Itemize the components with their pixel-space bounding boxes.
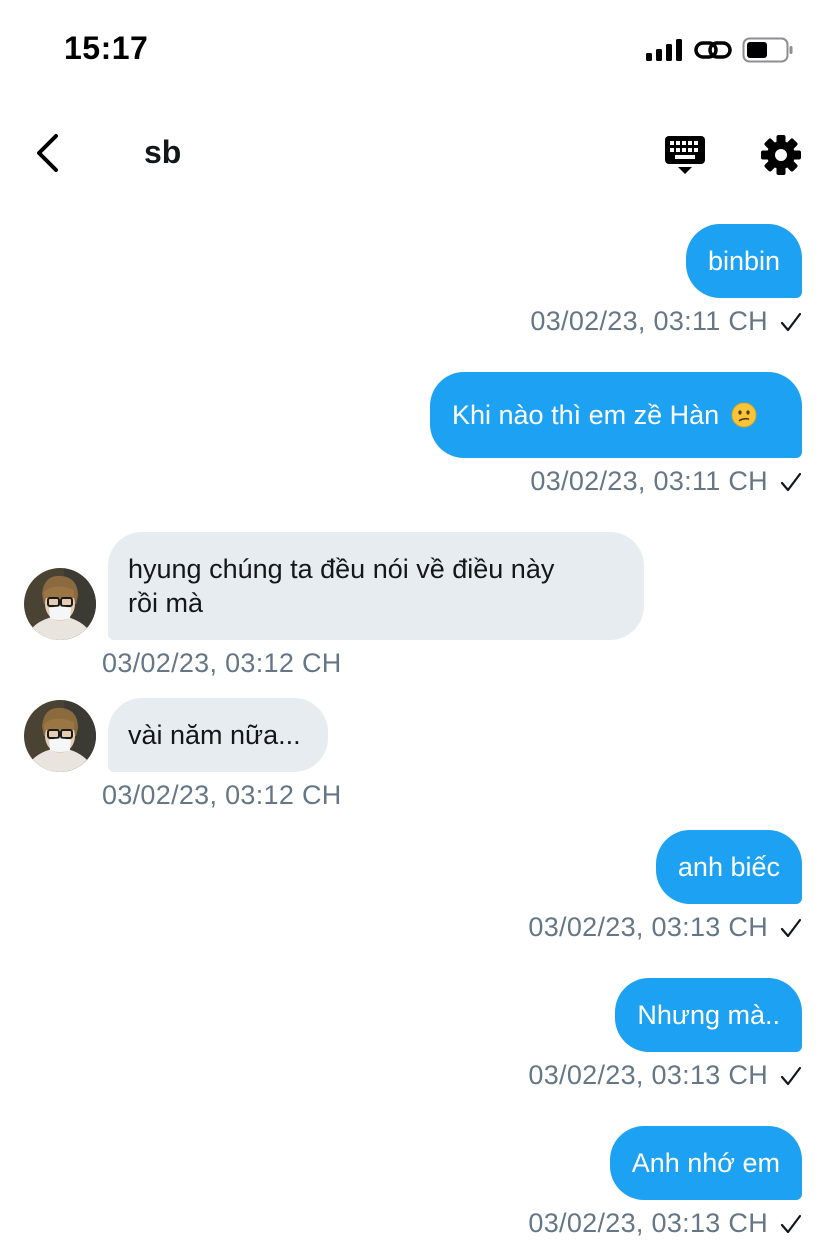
timestamp-text: 03/02/23, 03:13 CH	[528, 1208, 768, 1238]
gear-icon	[761, 135, 801, 175]
sent-check-icon	[780, 1214, 802, 1233]
status-icons	[646, 34, 794, 66]
sent-check-icon	[780, 472, 802, 491]
message-text: binbin	[707, 246, 780, 276]
message-timestamp: 03/02/23, 03:13 CH	[528, 1208, 802, 1239]
sent-check-icon	[780, 312, 802, 331]
message-bubble-outgoing[interactable]: Nhưng mà..	[615, 978, 802, 1052]
timestamp-text: 03/02/23, 03:11 CH	[530, 306, 768, 336]
message-bubble-incoming[interactable]: vài năm nữa...	[108, 698, 328, 772]
message-timestamp: 03/02/23, 03:12 CH	[102, 648, 342, 678]
timestamp-text: 03/02/23, 03:13 CH	[528, 1060, 768, 1090]
avatar-photo	[24, 568, 96, 640]
message-timestamp: 03/02/23, 03:13 CH	[528, 912, 802, 943]
avatar[interactable]	[24, 568, 96, 640]
conversation-header: sb	[0, 110, 828, 196]
keyboard-button[interactable]	[660, 130, 710, 180]
settings-button[interactable]	[756, 130, 806, 180]
confused-face-emoji-icon	[731, 402, 757, 428]
message-bubble-outgoing[interactable]: binbin	[685, 224, 802, 298]
status-time: 15:17	[64, 30, 149, 66]
message-text: anh biếc	[677, 852, 780, 882]
signal-icon	[646, 39, 682, 61]
sent-check-icon	[780, 1066, 802, 1085]
back-icon	[37, 134, 58, 172]
conversation-title[interactable]: sb	[144, 134, 181, 171]
message-timestamp: 03/02/23, 03:11 CH	[530, 306, 802, 337]
message-bubble-outgoing[interactable]: Khi nào thì em zề Hàn	[430, 372, 802, 458]
keyboard-icon	[665, 136, 705, 174]
back-button[interactable]	[22, 128, 72, 178]
message-timestamp: 03/02/23, 03:13 CH	[528, 1060, 802, 1091]
message-text: vài năm nữa...	[128, 720, 301, 750]
message-text: Nhưng mà..	[637, 1000, 780, 1030]
message-text-line: hyung chúng ta đều nói về điều này	[128, 554, 555, 584]
timestamp-text: 03/02/23, 03:11 CH	[530, 466, 768, 496]
timestamp-text: 03/02/23, 03:13 CH	[528, 912, 768, 942]
sent-check-icon	[780, 918, 802, 937]
message-text-line: rồi mà	[128, 588, 204, 618]
message-bubble-incoming[interactable]: hyung chúng ta đều nói về điều này rồi m…	[108, 532, 644, 640]
message-bubble-outgoing[interactable]: anh biếc	[655, 830, 802, 904]
status-bar: 15:17	[0, 0, 828, 100]
avatar-photo	[24, 700, 96, 772]
message-timestamp: 03/02/23, 03:11 CH	[530, 466, 802, 497]
message-text: Anh nhớ em	[631, 1148, 780, 1178]
battery-icon	[742, 37, 793, 63]
message-bubble-outgoing[interactable]: Anh nhớ em	[609, 1126, 802, 1200]
message-timestamp: 03/02/23, 03:12 CH	[102, 780, 342, 810]
hotspot-link-icon	[694, 41, 732, 59]
message-text: Khi nào thì em zề Hàn	[452, 400, 720, 430]
avatar[interactable]	[24, 700, 96, 772]
